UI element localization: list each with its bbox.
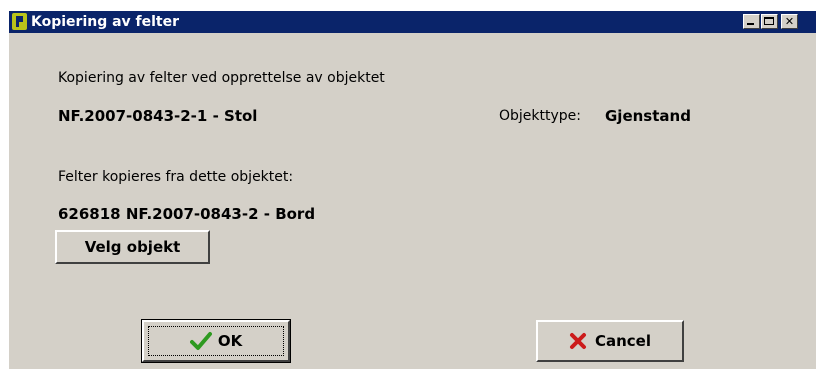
close-icon: ✕ bbox=[784, 15, 795, 28]
focus-rectangle bbox=[148, 326, 284, 356]
maximize-icon bbox=[764, 17, 774, 25]
ok-button[interactable]: OK bbox=[141, 319, 291, 363]
object-type-value: Gjenstand bbox=[605, 107, 691, 125]
maximize-button[interactable] bbox=[761, 14, 778, 29]
close-button[interactable]: ✕ bbox=[781, 14, 798, 29]
object-id: NF.2007-0843-2-1 - Stol bbox=[58, 107, 258, 125]
cancel-button[interactable]: Cancel bbox=[536, 320, 684, 362]
window-title: Kopiering av felter bbox=[31, 14, 180, 30]
cancel-label: Cancel bbox=[594, 332, 651, 350]
title-bar[interactable]: Kopiering av felter ✕ bbox=[9, 11, 816, 33]
app-logo-icon bbox=[12, 13, 27, 30]
object-type-label: Objekttype: bbox=[499, 108, 581, 124]
source-label: Felter kopieres fra dette objektet: bbox=[58, 169, 294, 185]
dialog-window: Kopiering av felter ✕ Kopiering av felte… bbox=[8, 10, 816, 369]
cancel-x-icon bbox=[569, 333, 586, 349]
select-object-label: Velg objekt bbox=[84, 238, 181, 256]
minimize-icon bbox=[747, 23, 754, 25]
minimize-button[interactable] bbox=[743, 14, 760, 29]
intro-text: Kopiering av felter ved opprettelse av o… bbox=[58, 70, 385, 86]
source-object: 626818 NF.2007-0843-2 - Bord bbox=[58, 205, 316, 223]
select-object-button[interactable]: Velg objekt bbox=[55, 230, 210, 264]
